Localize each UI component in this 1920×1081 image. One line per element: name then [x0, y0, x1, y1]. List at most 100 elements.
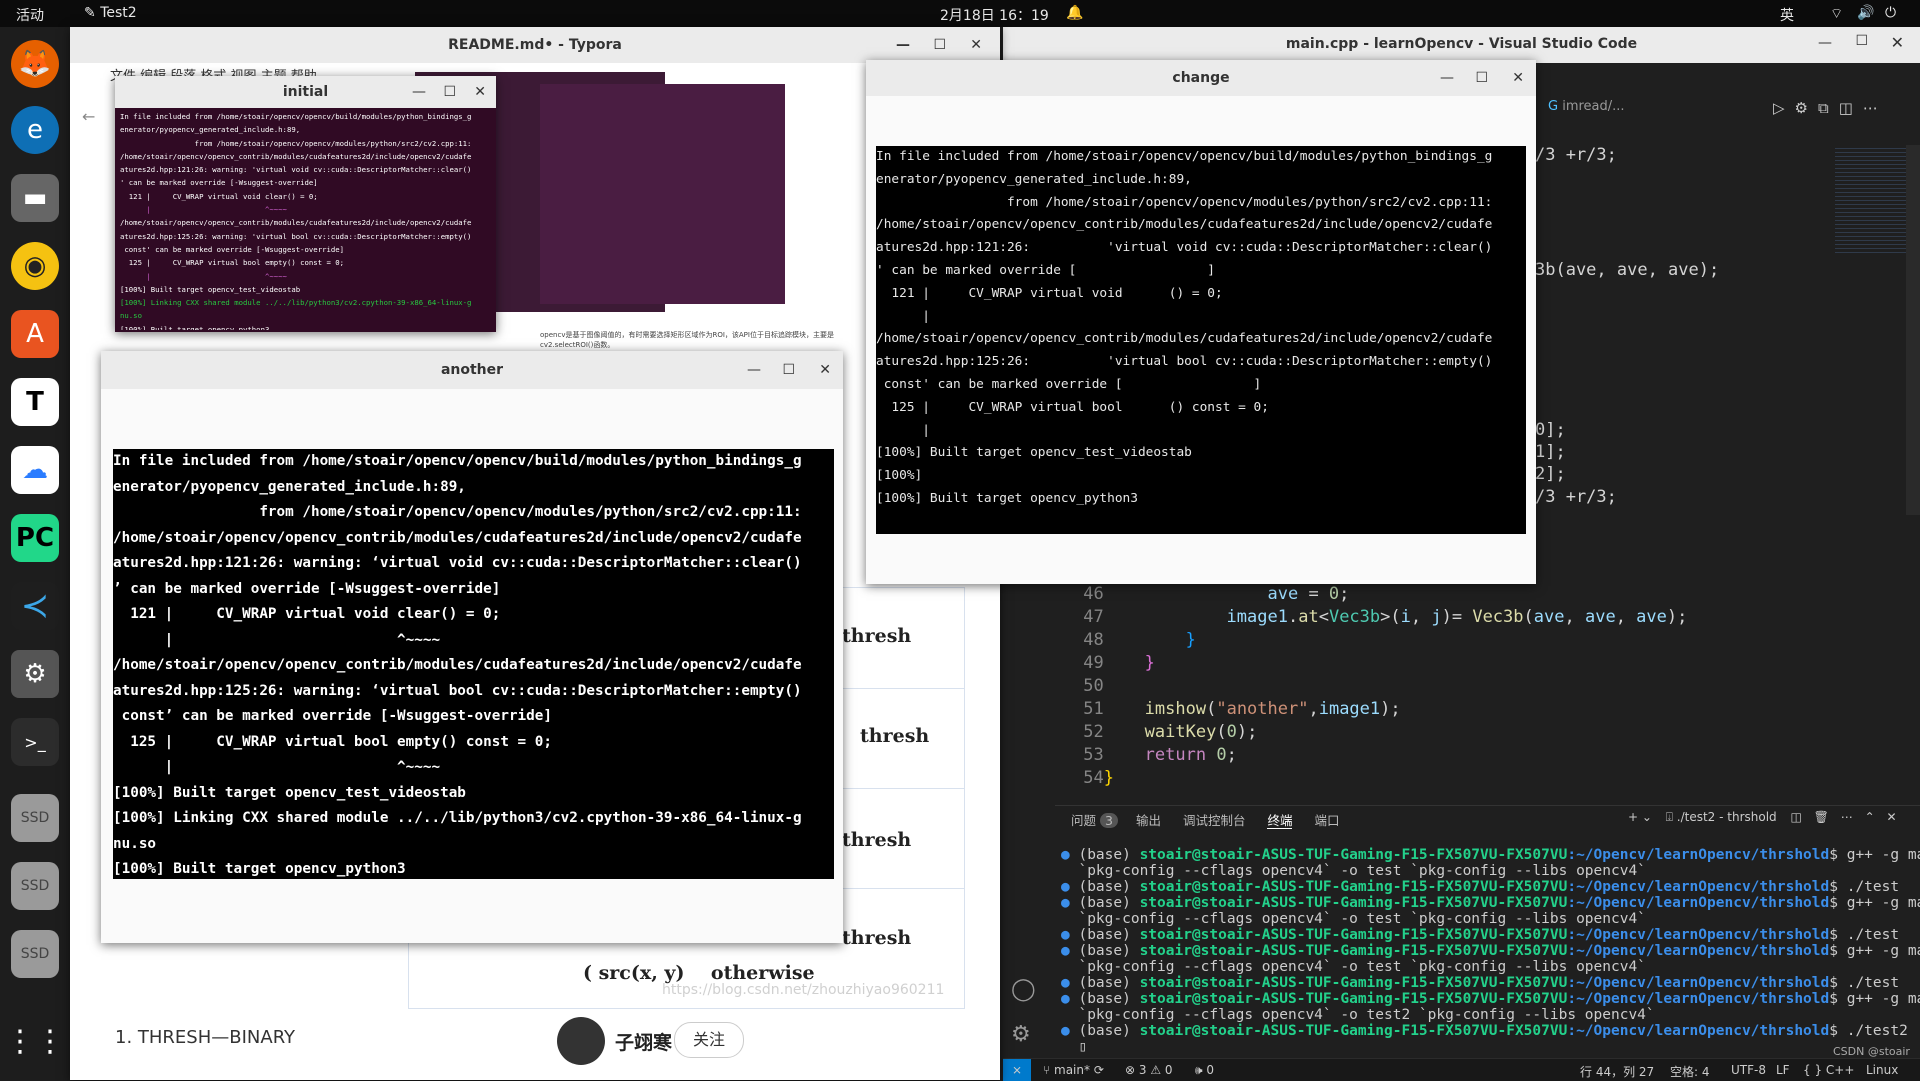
new-terminal-icon[interactable]: + ⌄ [1628, 810, 1652, 824]
minimize-button[interactable]: — [1818, 35, 1832, 51]
baidu-netdisk-icon[interactable]: ☁ [11, 446, 59, 494]
terminal-line: ’ can be marked override [-Wsuggest-over… [113, 580, 501, 597]
more-actions-icon[interactable]: ⋯ [1841, 810, 1853, 824]
code-editor[interactable]: 46 ave = 0; 47 image1.at<Vec3b>(i, j)= V… [1073, 583, 1687, 790]
ssd-drive-icon[interactable]: SSD [11, 862, 59, 910]
vscode-icon[interactable]: ≺ [11, 582, 59, 630]
maximize-button[interactable]: ☐ [782, 351, 795, 389]
close-panel-icon[interactable]: ✕ [1886, 810, 1896, 824]
maximize-button[interactable]: ☐ [933, 27, 946, 63]
settings-icon[interactable]: ⚙ [11, 650, 59, 698]
follow-button[interactable]: 关注 [674, 1022, 744, 1058]
wifi-icon[interactable]: ⌔ [1830, 5, 1843, 23]
minimize-button[interactable]: — [896, 27, 910, 63]
table-cell: thresh [842, 829, 912, 851]
ports-status[interactable]: 🕪 0 [1195, 1063, 1214, 1078]
table-cell: thresh [842, 927, 912, 949]
another-window: another — ☐ ✕ In file included from /hom… [101, 351, 843, 943]
power-icon[interactable]: ⏻ [1885, 5, 1896, 21]
input-method[interactable]: 英 [1780, 5, 1794, 25]
minimize-button[interactable]: — [1440, 60, 1454, 96]
close-button[interactable]: ✕ [970, 27, 982, 63]
author-name[interactable]: 子翊寒 [615, 1028, 672, 1055]
manage-gear-icon[interactable]: ⚙ [1011, 1022, 1031, 1047]
terminal-line: enerator/pyopencv_generated_include.h:89… [113, 478, 466, 495]
minimap[interactable] [1835, 145, 1910, 255]
pycharm-icon[interactable]: PC [11, 514, 59, 562]
change-title: change [1172, 70, 1230, 86]
remote-icon[interactable]: ⨯ [1003, 1059, 1031, 1081]
terminal-line: /home/stoair/opencv/opencv_contrib/modul… [876, 217, 1493, 233]
tab-output[interactable]: 输出 [1136, 813, 1161, 828]
app-grid-icon[interactable]: ⋮⋮ [5, 1017, 65, 1065]
eol[interactable]: LF [1776, 1063, 1790, 1077]
app-menu[interactable]: ✎ Test2 [84, 5, 137, 21]
terminal-line: 125 | CV_WRAP virtual bool () const = 0; [876, 399, 1269, 415]
typora-titlebar: README.md• - Typora — ☐ ✕ [70, 27, 1000, 63]
tab-ports[interactable]: 端口 [1314, 813, 1339, 828]
typora-icon[interactable]: T [11, 378, 59, 426]
avatar[interactable] [557, 1017, 605, 1065]
git-branch[interactable]: ⑂ main* ⟳ [1043, 1063, 1104, 1077]
terminal-line: [100%] [876, 468, 923, 484]
another-titlebar: another — ☐ ✕ [101, 351, 843, 389]
software-center-icon[interactable]: A [11, 310, 59, 358]
typora-title: README.md• - Typora [448, 37, 622, 53]
minimize-button[interactable]: — [412, 76, 426, 108]
terminal-toolbar: + ⌄ ⍗ ./test2 - thrshold ◫ 🗑 ⋯ ⌃ ✕ [1628, 810, 1897, 825]
terminal-line: enerator/pyopencv_generated_include.h:89… [120, 125, 301, 135]
platform[interactable]: Linux [1866, 1063, 1898, 1077]
terminal-line: atures2d.hpp:125:26: warning: ‘virtual b… [113, 682, 802, 699]
editor-actions[interactable]: ▷⚙⧉◫⋯ [1773, 99, 1888, 117]
close-button[interactable]: ✕ [819, 351, 831, 389]
terminal-line: atures2d.hpp:125:26: 'virtual bool cv::c… [876, 354, 1493, 370]
kill-terminal-icon[interactable]: 🗑 [1814, 810, 1829, 824]
terminal-line: nu.so [120, 311, 142, 321]
volume-icon[interactable]: 🔊 [1857, 5, 1874, 21]
back-icon[interactable]: ← [82, 107, 95, 126]
tab-debug-console[interactable]: 调试控制台 [1183, 813, 1246, 828]
vscode-title: main.cpp - learnOpencv - Visual Studio C… [1285, 36, 1638, 52]
terminal-instance[interactable]: ⍗ ./test2 - thrshold [1666, 810, 1777, 824]
ssd-drive-icon[interactable]: SSD [11, 794, 59, 842]
close-button[interactable]: ✕ [474, 76, 486, 108]
problems-status[interactable]: ⊗ 3 ⚠ 0 [1125, 1063, 1173, 1077]
terminal-line: /home/stoair/opencv/opencv_contrib/modul… [120, 218, 472, 228]
terminal-line: [100%] Built target opencv_test_videosta… [120, 284, 301, 294]
files-icon[interactable]: ▬ [11, 174, 59, 222]
firefox-icon[interactable]: 🦊 [11, 40, 59, 88]
status-bar: ⨯ ⑂ main* ⟳ ⊗ 3 ⚠ 0 🕪 0 行 44，列 27 空格: 4 … [1003, 1045, 1920, 1081]
terminal-line: In file included from /home/stoair/openc… [113, 453, 802, 469]
language-mode[interactable]: { } C++ [1803, 1063, 1854, 1077]
split-terminal-icon[interactable]: ◫ [1791, 810, 1802, 824]
indentation[interactable]: 空格: 4 [1670, 1063, 1710, 1080]
terminal-line: | ^~~~~ [113, 759, 441, 775]
maximize-button[interactable]: ☐ [443, 76, 456, 108]
integrated-terminal[interactable]: ● (base) stoair@stoair-ASUS-TUF-Gaming-F… [1061, 847, 1920, 1055]
activities-button[interactable]: 活动 [16, 5, 44, 25]
close-button[interactable]: ✕ [1891, 33, 1904, 52]
tab-terminal[interactable]: 终端 [1267, 813, 1293, 829]
section-heading: 1. THRESH—BINARY [115, 1027, 296, 1048]
terminal-icon[interactable]: >_ [11, 718, 59, 766]
terminal-line: /home/stoair/opencv/opencv_contrib/modul… [113, 529, 802, 546]
terminal-line: | ^~~~~ [120, 271, 287, 281]
cursor-position[interactable]: 行 44，列 27 [1580, 1063, 1654, 1080]
minimize-button[interactable]: — [747, 351, 761, 389]
edge-icon[interactable]: e [11, 106, 59, 154]
initial-image: In file included from /home/stoair/openc… [120, 110, 491, 330]
change-image: In file included from /home/stoair/openc… [876, 146, 1526, 534]
close-button[interactable]: ✕ [1512, 60, 1524, 96]
account-icon[interactable]: ◯ [1011, 977, 1036, 1002]
clock[interactable]: 2月18日 16：19 [940, 5, 1049, 25]
rhythmbox-icon[interactable]: ◉ [11, 242, 59, 290]
terminal-line: atures2d.hpp:125:26: warning: 'virtual b… [120, 231, 472, 241]
ssd-drive-icon[interactable]: SSD [11, 930, 59, 978]
encoding[interactable]: UTF-8 [1731, 1063, 1766, 1077]
tab-problems[interactable]: 问题 3 [1071, 813, 1118, 828]
maximize-button[interactable]: ☐ [1475, 60, 1488, 96]
editor-tab[interactable]: G imread/... [1548, 99, 1625, 114]
editor-scrollbar[interactable] [1906, 145, 1920, 515]
maximize-button[interactable]: ☐ [1855, 33, 1868, 49]
maximize-panel-icon[interactable]: ⌃ [1865, 810, 1875, 824]
